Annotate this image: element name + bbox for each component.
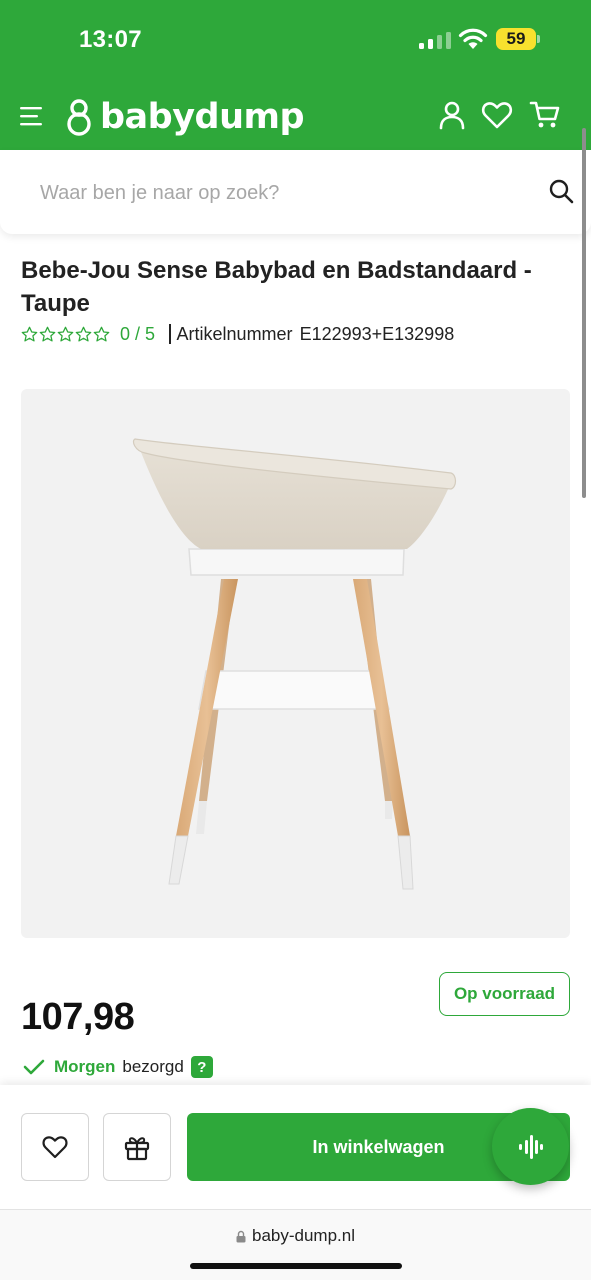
star-icon <box>21 326 38 342</box>
app-header: 13:07 59 babydump <box>0 0 591 150</box>
browser-address-bar: baby-dump.nl <box>0 1209 591 1280</box>
star-icon <box>93 326 110 342</box>
brand-logo[interactable]: babydump <box>64 97 305 137</box>
product-meta: 0 / 5 Artikelnummer E122993+E132998 <box>21 322 454 346</box>
delivery-day: Morgen <box>54 1057 116 1076</box>
cellular-signal-icon <box>419 32 451 49</box>
add-to-cart-label: In winkelwagen <box>312 1136 445 1157</box>
url-text: baby-dump.nl <box>251 1226 355 1245</box>
product-photo <box>132 438 457 890</box>
article-number-value: E122993+E132998 <box>299 323 455 344</box>
search-input[interactable] <box>40 178 520 208</box>
logo-icon <box>67 99 91 136</box>
star-icon <box>75 326 92 342</box>
delivery-text: bezorgd <box>122 1057 184 1076</box>
wishlist-icon[interactable] <box>481 99 513 131</box>
wifi-icon <box>458 28 488 49</box>
home-indicator[interactable] <box>190 1263 402 1269</box>
voice-assistant-button[interactable] <box>492 1108 569 1185</box>
delivery-info: Morgen bezorgd ? <box>23 1056 213 1078</box>
search-icon[interactable] <box>548 178 574 204</box>
voice-icon <box>518 1134 543 1159</box>
cart-icon[interactable] <box>529 99 561 131</box>
rating-stars[interactable] <box>21 326 110 343</box>
battery-cap <box>537 35 540 43</box>
delivery-help-button[interactable]: ? <box>190 1056 213 1078</box>
rating-score: 0 / 5 <box>120 323 156 344</box>
battery-level: 59 <box>496 28 536 50</box>
top-nav: babydump <box>0 85 591 145</box>
search-bar <box>0 150 591 234</box>
meta-divider <box>169 324 171 344</box>
check-icon <box>23 1059 45 1075</box>
gift-icon <box>124 1137 150 1161</box>
account-icon[interactable] <box>436 99 468 131</box>
product-price: 107,98 <box>21 996 135 1038</box>
stock-status-badge[interactable]: Op voorraad <box>439 972 570 1016</box>
brand-name: babydump <box>100 97 305 137</box>
article-number-label: Artikelnummer <box>176 323 293 344</box>
product-title: Bebe-Jou Sense Babybad en Badstandaard -… <box>21 257 532 317</box>
heart-icon <box>42 1136 68 1159</box>
status-bar: 13:07 59 <box>0 0 591 80</box>
lock-icon <box>236 1230 246 1242</box>
menu-icon[interactable] <box>20 105 44 127</box>
url-display[interactable]: baby-dump.nl <box>0 1226 591 1246</box>
star-icon <box>39 326 56 342</box>
gift-button[interactable] <box>103 1113 171 1181</box>
battery-indicator: 59 <box>496 28 540 50</box>
star-icon <box>57 326 74 342</box>
product-image[interactable] <box>21 389 570 938</box>
add-to-wishlist-button[interactable] <box>21 1113 89 1181</box>
status-time: 13:07 <box>79 26 142 53</box>
page-scrollbar[interactable] <box>582 128 586 498</box>
